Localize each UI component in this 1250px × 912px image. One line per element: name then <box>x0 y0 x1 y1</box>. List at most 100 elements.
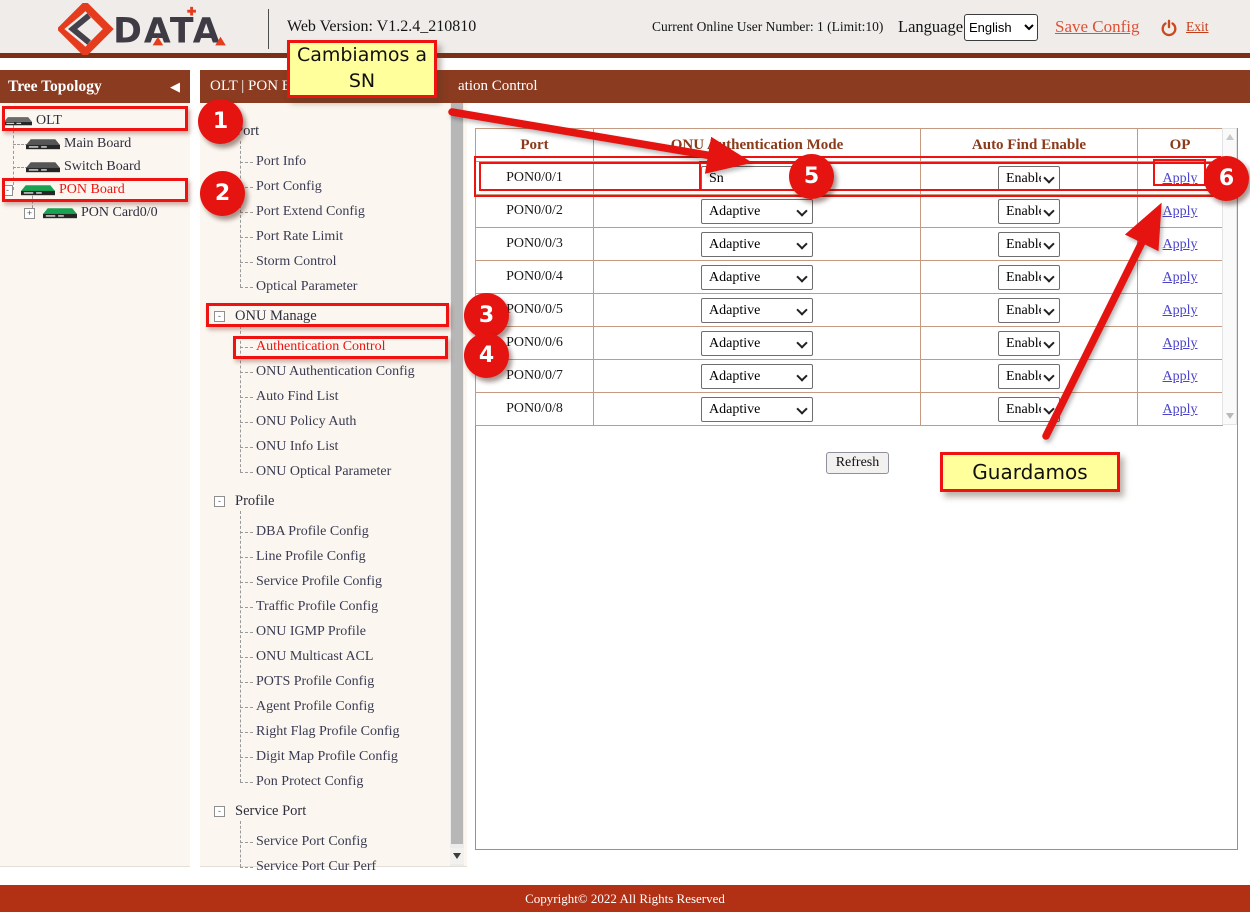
nav-connector <box>240 682 253 683</box>
tree-item-pon-board[interactable]: - PON Board <box>2 179 125 201</box>
tree-item-label: PON Board <box>59 182 125 198</box>
nav-expander-collapse-icon[interactable]: - <box>214 496 225 507</box>
tree-expander-expand-icon[interactable]: + <box>24 208 35 219</box>
auto-find-cell: Enable <box>921 195 1138 228</box>
nav-item-right-flag-profile-config[interactable]: Right Flag Profile Config <box>256 720 400 744</box>
table-row: PON0/0/2AdaptiveEnableApply <box>476 195 1223 228</box>
table-scrollbar[interactable] <box>1222 128 1237 425</box>
sidebar-collapse-icon[interactable]: ◀ <box>170 70 180 103</box>
nav-item-service-port-cur-perf[interactable]: Service Port Cur Perf <box>256 855 376 879</box>
nav-item-authentication-control[interactable]: Authentication Control <box>256 335 385 359</box>
nav-item-pots-profile-config[interactable]: POTS Profile Config <box>256 670 374 694</box>
op-cell: Apply <box>1138 294 1223 327</box>
dark-device-icon <box>26 161 60 173</box>
nav-item-port-extend-config[interactable]: Port Extend Config <box>256 200 365 224</box>
nav-item-agent-profile-config[interactable]: Agent Profile Config <box>256 695 374 719</box>
nav-item-port-config[interactable]: Port Config <box>256 175 322 199</box>
auth-mode-select-pon0-0-2[interactable]: Adaptive <box>701 199 813 224</box>
nav-item-line-profile-config[interactable]: Line Profile Config <box>256 545 366 569</box>
port-cell: PON0/0/7 <box>476 360 594 393</box>
scroll-down-icon <box>453 853 461 859</box>
auth-mode-select-pon0-0-4[interactable]: Adaptive <box>701 265 813 290</box>
auto-find-select-pon0-0-4[interactable]: Enable <box>998 265 1060 290</box>
nav-item-traffic-profile-config[interactable]: Traffic Profile Config <box>256 595 378 619</box>
nav-group-onu-manage[interactable]: -ONU Manage <box>214 304 317 328</box>
apply-link-pon0-0-3[interactable]: Apply <box>1163 237 1198 252</box>
apply-link-pon0-0-1[interactable]: Apply <box>1163 171 1198 186</box>
auth-mode-select-pon0-0-1[interactable]: Sn <box>701 166 813 191</box>
nav-connector <box>240 707 253 708</box>
nav-group-service-port[interactable]: -Service Port <box>214 799 306 823</box>
apply-link-pon0-0-7[interactable]: Apply <box>1163 369 1198 384</box>
auth-mode-select-pon0-0-8[interactable]: Adaptive <box>701 397 813 422</box>
column-header-onu-authentication-mode: ONU Authentication Mode <box>594 129 921 162</box>
nav-connector <box>240 262 253 263</box>
tree-item-pon-card0-0[interactable]: +PON Card0/0 <box>24 202 158 224</box>
exit-link[interactable]: Exit <box>1186 0 1209 53</box>
nav-group-profile[interactable]: -Profile <box>214 489 274 513</box>
auto-find-cell: Enable <box>921 294 1138 327</box>
apply-link-pon0-0-6[interactable]: Apply <box>1163 336 1198 351</box>
auto-find-selectbox: Enable <box>998 265 1060 290</box>
auto-find-select-pon0-0-7[interactable]: Enable <box>998 364 1060 389</box>
nav-item-storm-control[interactable]: Storm Control <box>256 250 337 274</box>
nav-expander-collapse-icon[interactable]: - <box>214 126 225 137</box>
device-icon <box>26 161 60 173</box>
nav-item-pon-protect-config[interactable]: Pon Protect Config <box>256 770 363 794</box>
tree-expander-collapse-icon[interactable]: - <box>2 185 13 196</box>
apply-link-pon0-0-5[interactable]: Apply <box>1163 303 1198 318</box>
auth-mode-select-pon0-0-7[interactable]: Adaptive <box>701 364 813 389</box>
auth-mode-select-pon0-0-5[interactable]: Adaptive <box>701 298 813 323</box>
apply-link-pon0-0-4[interactable]: Apply <box>1163 270 1198 285</box>
tree-item-main-board[interactable]: Main Board <box>10 133 131 155</box>
auto-find-cell: Enable <box>921 162 1138 195</box>
nav-expander-collapse-icon[interactable]: - <box>214 806 225 817</box>
nav-item-onu-igmp-profile[interactable]: ONU IGMP Profile <box>256 620 366 644</box>
auto-find-select-pon0-0-6[interactable]: Enable <box>998 331 1060 356</box>
nav-item-port-info[interactable]: Port Info <box>256 150 306 174</box>
apply-link-pon0-0-8[interactable]: Apply <box>1163 402 1198 417</box>
auth-mode-cell: Adaptive <box>594 261 921 294</box>
nav-item-dba-profile-config[interactable]: DBA Profile Config <box>256 520 369 544</box>
nav-scrollbar-thumb[interactable] <box>451 103 463 844</box>
nav-group-port[interactable]: -Port <box>214 119 259 143</box>
tree-item-label: Switch Board <box>64 159 141 175</box>
auto-find-select-pon0-0-2[interactable]: Enable <box>998 199 1060 224</box>
refresh-button[interactable]: Refresh <box>826 452 889 474</box>
auth-mode-selectbox: Adaptive <box>701 232 813 257</box>
nav-item-optical-parameter[interactable]: Optical Parameter <box>256 275 357 299</box>
auto-find-select-pon0-0-1[interactable]: Enable <box>998 166 1060 191</box>
nav-item-service-port-config[interactable]: Service Port Config <box>256 830 367 854</box>
tree-item-olt[interactable]: OLT <box>4 110 62 132</box>
table-row: PON0/0/8AdaptiveEnableApply <box>476 393 1223 426</box>
nav-item-port-rate-limit[interactable]: Port Rate Limit <box>256 225 343 249</box>
nav-scroll-down-button[interactable] <box>450 848 464 864</box>
nav-item-onu-authentication-config[interactable]: ONU Authentication Config <box>256 360 415 384</box>
nav-item-onu-multicast-acl[interactable]: ONU Multicast ACL <box>256 645 373 669</box>
auto-find-select-pon0-0-3[interactable]: Enable <box>998 232 1060 257</box>
port-cell: PON0/0/6 <box>476 327 594 360</box>
auth-control-table-wrap: PortONU Authentication ModeAuto Find Ena… <box>475 128 1223 426</box>
nav-item-onu-policy-auth[interactable]: ONU Policy Auth <box>256 410 356 434</box>
nav-item-onu-info-list[interactable]: ONU Info List <box>256 435 338 459</box>
auth-mode-selectbox: Adaptive <box>701 199 813 224</box>
nav-connector <box>240 532 253 533</box>
nav-expander-collapse-icon[interactable]: - <box>214 311 225 322</box>
save-config-link[interactable]: Save Config <box>1055 0 1140 53</box>
auth-mode-select-pon0-0-3[interactable]: Adaptive <box>701 232 813 257</box>
auto-find-select-pon0-0-5[interactable]: Enable <box>998 298 1060 323</box>
nav-item-auto-find-list[interactable]: Auto Find List <box>256 385 338 409</box>
language-label: Language <box>898 0 963 53</box>
nav-scrollbar[interactable] <box>450 103 464 866</box>
tree-item-switch-board[interactable]: Switch Board <box>10 156 141 178</box>
apply-link-pon0-0-2[interactable]: Apply <box>1163 204 1198 219</box>
nav-connector <box>240 237 253 238</box>
auto-find-select-pon0-0-8[interactable]: Enable <box>998 397 1060 422</box>
nav-item-onu-optical-parameter[interactable]: ONU Optical Parameter <box>256 460 391 484</box>
language-select[interactable]: English <box>964 14 1038 41</box>
nav-item-digit-map-profile-config[interactable]: Digit Map Profile Config <box>256 745 398 769</box>
green-device-icon <box>21 184 55 196</box>
device-icon <box>4 115 32 127</box>
auth-mode-select-pon0-0-6[interactable]: Adaptive <box>701 331 813 356</box>
nav-item-service-profile-config[interactable]: Service Profile Config <box>256 570 382 594</box>
